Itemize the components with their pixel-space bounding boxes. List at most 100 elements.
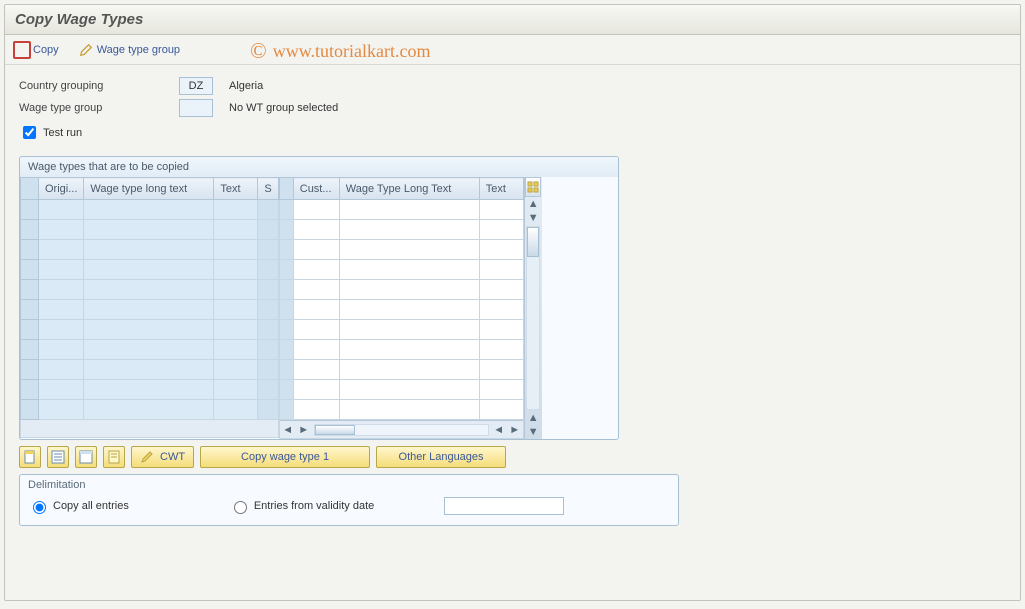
cell-s[interactable] xyxy=(258,380,278,400)
cell[interactable] xyxy=(214,300,258,320)
cell[interactable] xyxy=(293,260,339,280)
row-selector[interactable] xyxy=(21,200,39,220)
cell[interactable] xyxy=(479,240,523,260)
row-selector[interactable] xyxy=(279,380,293,400)
col-wage-long-text-2[interactable]: Wage Type Long Text xyxy=(339,178,479,200)
row-selector[interactable] xyxy=(279,280,293,300)
cell[interactable] xyxy=(293,340,339,360)
wage-type-group-button[interactable]: Wage type group xyxy=(79,43,180,57)
wage-type-group-code[interactable] xyxy=(179,99,213,117)
table-row[interactable] xyxy=(279,220,523,240)
vscroll-down2-icon[interactable]: ▼ xyxy=(526,425,540,439)
row-selector[interactable] xyxy=(279,300,293,320)
cell[interactable] xyxy=(39,200,84,220)
grid-vscroll[interactable]: ▲ ▼ ▲ ▼ xyxy=(524,177,542,439)
cell[interactable] xyxy=(339,380,479,400)
row-selector[interactable] xyxy=(279,360,293,380)
table-row[interactable] xyxy=(279,400,523,420)
row-selector[interactable] xyxy=(279,260,293,280)
cell[interactable] xyxy=(214,320,258,340)
cell[interactable] xyxy=(84,300,214,320)
grid-select-all[interactable] xyxy=(21,178,39,200)
table-row[interactable] xyxy=(21,340,279,360)
validity-date-field[interactable] xyxy=(444,497,564,515)
cell[interactable] xyxy=(214,260,258,280)
table-row[interactable] xyxy=(279,240,523,260)
row-selector[interactable] xyxy=(21,300,39,320)
row-selector[interactable] xyxy=(21,280,39,300)
cell[interactable] xyxy=(293,400,339,420)
table-row[interactable] xyxy=(279,320,523,340)
hscroll-left-icon[interactable]: ◄ xyxy=(280,422,296,438)
col-text-2[interactable]: Text xyxy=(479,178,523,200)
col-text[interactable]: Text xyxy=(214,178,258,200)
cell[interactable] xyxy=(293,380,339,400)
cell[interactable] xyxy=(39,280,84,300)
row-selector[interactable] xyxy=(21,320,39,340)
cell[interactable] xyxy=(39,340,84,360)
cell-s[interactable] xyxy=(258,320,278,340)
entries-from-date-input[interactable] xyxy=(234,501,247,514)
vscroll-up2-icon[interactable]: ▲ xyxy=(526,411,540,425)
cell[interactable] xyxy=(293,200,339,220)
table-row[interactable] xyxy=(21,220,279,240)
cell[interactable] xyxy=(84,280,214,300)
cell[interactable] xyxy=(214,340,258,360)
cell-s[interactable] xyxy=(258,300,278,320)
cell[interactable] xyxy=(214,280,258,300)
table-row[interactable] xyxy=(21,260,279,280)
icon-btn-1[interactable] xyxy=(19,446,41,468)
grid-left[interactable]: Origi... Wage type long text Text S xyxy=(20,177,279,438)
cell[interactable] xyxy=(339,320,479,340)
row-selector[interactable] xyxy=(279,320,293,340)
cell[interactable] xyxy=(39,300,84,320)
row-selector[interactable] xyxy=(279,400,293,420)
cell[interactable] xyxy=(339,340,479,360)
cell[interactable] xyxy=(214,240,258,260)
cell[interactable] xyxy=(84,400,214,420)
col-s[interactable]: S xyxy=(258,178,278,200)
row-selector[interactable] xyxy=(279,220,293,240)
cell[interactable] xyxy=(214,200,258,220)
cell[interactable] xyxy=(293,240,339,260)
cell[interactable] xyxy=(84,340,214,360)
hscroll-left2-icon[interactable]: ◄ xyxy=(491,422,507,438)
cell[interactable] xyxy=(293,360,339,380)
copy-button[interactable]: Copy xyxy=(15,43,59,57)
table-row[interactable] xyxy=(21,320,279,340)
cell[interactable] xyxy=(39,380,84,400)
entries-from-date-radio[interactable]: Entries from validity date xyxy=(229,498,374,514)
table-row[interactable] xyxy=(21,200,279,220)
cell[interactable] xyxy=(339,200,479,220)
cell[interactable] xyxy=(293,320,339,340)
test-run-checkbox[interactable]: Test run xyxy=(19,123,1006,142)
cell-s[interactable] xyxy=(258,400,278,420)
table-row[interactable] xyxy=(279,300,523,320)
cell[interactable] xyxy=(479,340,523,360)
cell[interactable] xyxy=(84,200,214,220)
cwt-button[interactable]: CWT xyxy=(131,446,194,468)
icon-btn-2[interactable] xyxy=(47,446,69,468)
table-row[interactable] xyxy=(21,280,279,300)
cell-s[interactable] xyxy=(258,240,278,260)
other-languages-button[interactable]: Other Languages xyxy=(376,446,506,468)
grid-hscroll[interactable]: ◄ ► ◄ ► xyxy=(280,420,523,438)
cell-s[interactable] xyxy=(258,260,278,280)
cell-s[interactable] xyxy=(258,200,278,220)
hscroll-right-icon[interactable]: ► xyxy=(296,422,312,438)
table-row[interactable] xyxy=(21,240,279,260)
cell[interactable] xyxy=(214,360,258,380)
hscroll-right2-icon[interactable]: ► xyxy=(507,422,523,438)
cell[interactable] xyxy=(293,300,339,320)
vscroll-down-icon[interactable]: ▼ xyxy=(526,211,540,225)
table-row[interactable] xyxy=(21,380,279,400)
cell[interactable] xyxy=(339,220,479,240)
cell[interactable] xyxy=(39,400,84,420)
cell-s[interactable] xyxy=(258,220,278,240)
row-selector[interactable] xyxy=(21,340,39,360)
table-row[interactable] xyxy=(279,360,523,380)
cell[interactable] xyxy=(39,220,84,240)
cell[interactable] xyxy=(479,200,523,220)
copy-wage-type-1-button[interactable]: Copy wage type 1 xyxy=(200,446,370,468)
cell[interactable] xyxy=(339,360,479,380)
